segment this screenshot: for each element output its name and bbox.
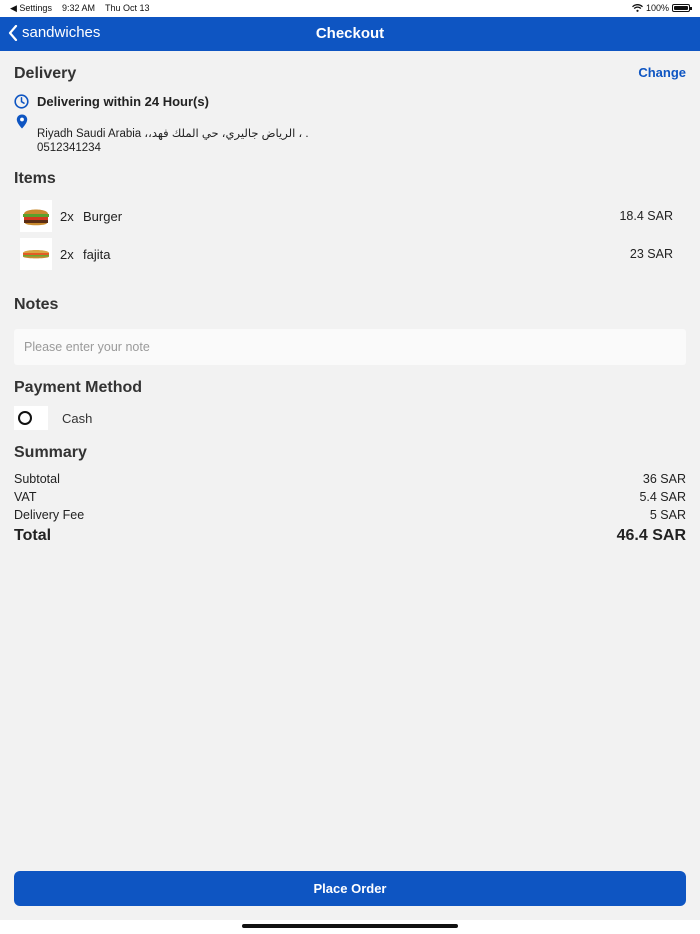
item-quantity: 2x <box>60 246 74 262</box>
wifi-icon <box>632 4 643 12</box>
sandwich-image <box>20 238 52 270</box>
back-button-label: sandwiches <box>22 24 101 41</box>
notes-title: Notes <box>14 296 59 313</box>
payment-method-title: Payment Method <box>14 379 143 396</box>
summary-title: Summary <box>14 444 87 461</box>
status-date: Thu Oct 13 <box>104 3 150 13</box>
items-title: Items <box>14 170 56 187</box>
list-item[interactable]: 2x fajita 23 SAR <box>20 238 673 270</box>
back-button[interactable]: sandwiches <box>8 24 100 41</box>
status-right: 100% <box>632 3 692 13</box>
total-label: Total <box>14 527 52 544</box>
vat-label: VAT <box>14 490 37 504</box>
home-indicator[interactable] <box>242 924 458 928</box>
summary-delivery-fee-row: Delivery Fee 5 SAR <box>14 508 686 522</box>
item-quantity: 2x <box>60 208 74 224</box>
radio-circle-icon <box>18 411 32 425</box>
status-left: ◀ Settings 9:32 AM Thu Oct 13 <box>10 3 150 14</box>
delivery-eta: Delivering within 24 Hour(s) <box>37 94 209 109</box>
item-name: Burger <box>83 208 123 224</box>
navigation-bar: sandwiches Checkout <box>0 17 700 51</box>
burger-image <box>20 200 52 232</box>
summary-total-row: Total 46.4 SAR <box>14 527 686 545</box>
status-time: 9:32 AM <box>61 3 95 13</box>
location-pin-icon <box>16 114 28 129</box>
cash-radio[interactable] <box>14 406 48 430</box>
address-line: Riyadh Saudi Arabia ،،الرياض جاليري، حي … <box>37 128 309 140</box>
item-name: fajita <box>83 246 111 262</box>
subtotal-value: 36 SAR <box>642 472 686 486</box>
subtotal-label: Subtotal <box>14 472 60 486</box>
delivery-title: Delivery <box>14 65 77 82</box>
status-bar: ◀ Settings 9:32 AM Thu Oct 13 100% <box>0 0 700 17</box>
place-order-button[interactable]: Place Order <box>14 871 686 906</box>
chevron-left-icon <box>8 24 18 41</box>
change-address-button[interactable]: Change <box>638 65 686 80</box>
page-title: Checkout <box>315 25 385 42</box>
payment-option-cash[interactable]: Cash <box>14 406 92 430</box>
battery-icon <box>672 4 692 12</box>
item-price: 23 SAR <box>629 247 673 261</box>
total-value: 46.4 SAR <box>616 527 686 544</box>
back-to-app-link[interactable]: ◀ Settings <box>10 3 52 14</box>
summary-subtotal-row: Subtotal 36 SAR <box>14 472 686 486</box>
clock-icon <box>14 94 29 109</box>
delivery-fee-value: 5 SAR <box>649 508 686 522</box>
notes-input[interactable] <box>14 329 686 365</box>
item-price: 18.4 SAR <box>619 209 673 223</box>
summary-vat-row: VAT 5.4 SAR <box>14 490 686 504</box>
delivery-address: Riyadh Saudi Arabia ،،الرياض جاليري، حي … <box>37 127 309 155</box>
payment-option-label: Cash <box>62 410 93 426</box>
phone-number: 0512341234 <box>37 142 101 154</box>
list-item[interactable]: 2x Burger 18.4 SAR <box>20 200 673 232</box>
delivery-eta-row: Delivering within 24 Hour(s) <box>14 94 209 109</box>
battery-percent: 100% <box>645 3 669 13</box>
delivery-fee-label: Delivery Fee <box>14 508 85 522</box>
vat-value: 5.4 SAR <box>639 490 686 504</box>
